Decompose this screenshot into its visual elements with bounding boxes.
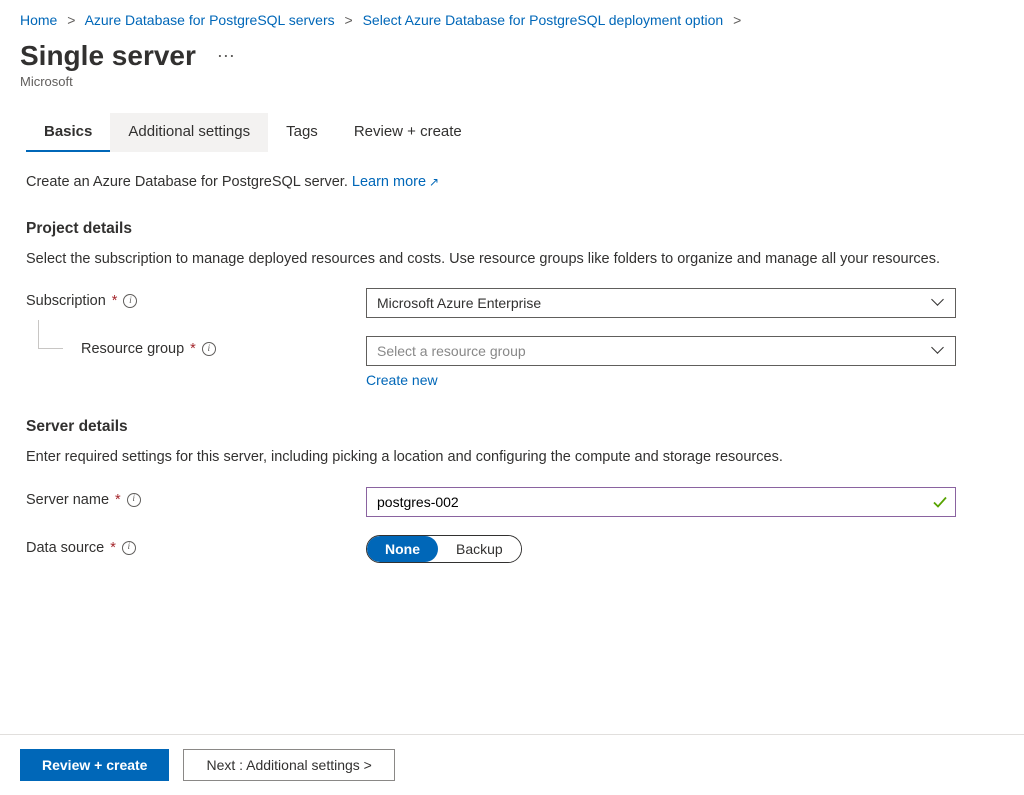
- subscription-label: Subscription * i: [26, 288, 366, 309]
- info-icon[interactable]: i: [127, 493, 141, 507]
- chevron-down-icon: [933, 297, 945, 309]
- info-icon[interactable]: i: [122, 541, 136, 555]
- chevron-right-icon: >: [61, 12, 81, 28]
- page-subtitle: Microsoft: [20, 74, 1004, 89]
- section-desc-project: Select the subscription to manage deploy…: [26, 248, 956, 270]
- more-actions-button[interactable]: ⋯: [211, 44, 241, 69]
- server-name-row: Server name * i: [26, 487, 998, 517]
- learn-more-link[interactable]: Learn more↗: [352, 174, 439, 190]
- title-block: Single server ⋯ Microsoft: [0, 36, 1024, 95]
- info-icon[interactable]: i: [123, 294, 137, 308]
- chevron-right-icon: >: [727, 12, 747, 28]
- section-heading-server: Server details: [26, 418, 998, 436]
- next-button[interactable]: Next : Additional settings >: [183, 749, 394, 781]
- required-asterisk: *: [112, 293, 118, 309]
- tab-additional-settings[interactable]: Additional settings: [110, 113, 268, 152]
- checkmark-icon: [932, 494, 948, 510]
- resource-group-dropdown[interactable]: Select a resource group: [366, 336, 956, 366]
- project-details-section: Project details Select the subscription …: [26, 220, 998, 388]
- required-asterisk: *: [115, 492, 121, 508]
- intro-text: Create an Azure Database for PostgreSQL …: [26, 174, 998, 190]
- tab-tags[interactable]: Tags: [268, 113, 336, 152]
- resource-group-label: Resource group * i: [26, 336, 366, 357]
- breadcrumb: Home > Azure Database for PostgreSQL ser…: [0, 0, 1024, 36]
- breadcrumb-link-servers[interactable]: Azure Database for PostgreSQL servers: [85, 12, 335, 28]
- content: Create an Azure Database for PostgreSQL …: [0, 152, 1024, 563]
- external-link-icon: ↗: [429, 175, 439, 189]
- chevron-down-icon: [933, 345, 945, 357]
- section-desc-server: Enter required settings for this server,…: [26, 446, 956, 468]
- review-create-button[interactable]: Review + create: [20, 749, 169, 781]
- chevron-right-icon: >: [339, 12, 359, 28]
- server-name-label: Server name * i: [26, 487, 366, 508]
- subscription-dropdown[interactable]: Microsoft Azure Enterprise: [366, 288, 956, 318]
- data-source-row: Data source * i None Backup: [26, 535, 998, 563]
- resource-group-row: Resource group * i Select a resource gro…: [26, 336, 998, 388]
- subscription-row: Subscription * i Microsoft Azure Enterpr…: [26, 288, 998, 318]
- required-asterisk: *: [190, 341, 196, 357]
- data-source-option-none[interactable]: None: [367, 536, 438, 562]
- server-details-section: Server details Enter required settings f…: [26, 418, 998, 562]
- create-new-link[interactable]: Create new: [366, 372, 438, 388]
- breadcrumb-link-deployment[interactable]: Select Azure Database for PostgreSQL dep…: [363, 12, 724, 28]
- data-source-label: Data source * i: [26, 535, 366, 556]
- data-source-toggle: None Backup: [366, 535, 522, 563]
- footer: Review + create Next : Additional settin…: [0, 734, 1024, 795]
- breadcrumb-link-home[interactable]: Home: [20, 12, 57, 28]
- required-asterisk: *: [110, 540, 116, 556]
- page-title: Single server: [20, 40, 196, 72]
- server-name-input[interactable]: [366, 487, 956, 517]
- tab-basics[interactable]: Basics: [26, 113, 110, 152]
- tab-review-create[interactable]: Review + create: [336, 113, 480, 152]
- info-icon[interactable]: i: [202, 342, 216, 356]
- section-heading-project: Project details: [26, 220, 998, 238]
- tabs: Basics Additional settings Tags Review +…: [0, 95, 1024, 152]
- data-source-option-backup[interactable]: Backup: [438, 536, 521, 562]
